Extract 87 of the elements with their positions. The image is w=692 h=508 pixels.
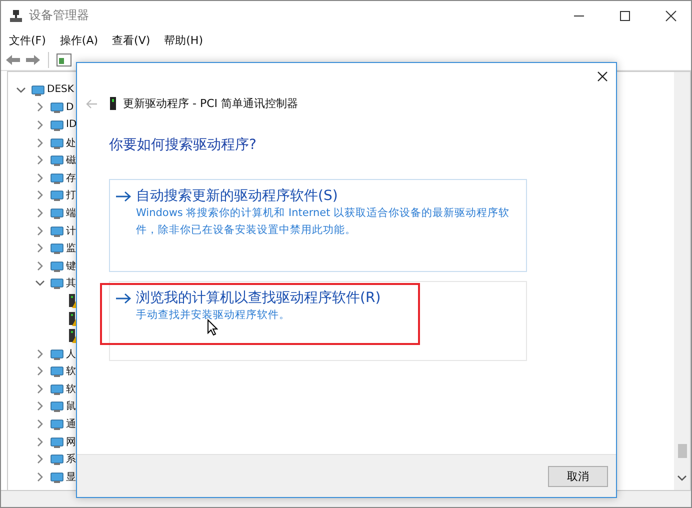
dialog-heading: 你要如何搜索驱动程序?	[109, 136, 258, 154]
chevron-icon[interactable]	[35, 172, 45, 183]
menu-item[interactable]: 操作(A)	[60, 32, 98, 48]
option-description: 手动查找并安装驱动程序软件。	[136, 308, 291, 323]
arrow-icon	[116, 292, 132, 304]
menu-item[interactable]: 查看(V)	[112, 32, 150, 48]
device-icon	[31, 82, 45, 97]
tree-item[interactable]: 网	[66, 434, 76, 449]
close-icon[interactable]	[665, 10, 677, 22]
chevron-icon[interactable]	[35, 138, 45, 148]
back-arrow-icon[interactable]	[85, 98, 98, 108]
menu-item[interactable]: 帮助(H)	[164, 32, 203, 48]
device-icon	[50, 224, 64, 238]
device-icon	[50, 434, 64, 449]
device-icon	[50, 258, 64, 273]
tree-item[interactable]: D	[66, 102, 74, 113]
device-icon	[50, 276, 64, 290]
tree-item[interactable]: 鼠	[66, 399, 76, 414]
chevron-icon[interactable]	[35, 436, 45, 447]
tree-item[interactable]: 软	[66, 382, 76, 396]
device-icon	[50, 136, 64, 150]
device-icon	[50, 206, 64, 220]
chevron-icon[interactable]	[35, 155, 45, 166]
tree-item[interactable]: 打	[66, 188, 76, 202]
arrow-icon	[116, 190, 132, 202]
device-icon	[50, 153, 64, 168]
cancel-button[interactable]: 取消	[548, 466, 608, 486]
device-icon	[50, 188, 64, 202]
chevron-icon[interactable]	[35, 419, 45, 430]
device-icon	[50, 346, 64, 361]
tree-item[interactable]: 键	[66, 258, 76, 273]
chevron-icon[interactable]	[35, 190, 45, 200]
scrollbar-thumb[interactable]	[678, 444, 686, 458]
cursor-icon	[207, 319, 218, 336]
tree-item[interactable]: 存	[66, 170, 76, 185]
chevron-icon[interactable]	[35, 120, 45, 130]
dialog-title: 更新驱动程序 - PCI 简单通讯控制器	[123, 96, 298, 111]
device-icon	[50, 364, 64, 378]
device-icon	[50, 100, 64, 114]
chevron-icon[interactable]	[16, 84, 26, 95]
device-icon	[110, 97, 116, 110]
tree-item[interactable]: 磁	[66, 153, 76, 168]
option-description: Windows 将搜索你的计算机和 Internet 以获取适合你设备的最新驱动程序软件，除非你已在设备安装设置中禁用此功能。	[136, 206, 511, 238]
chevron-icon[interactable]	[35, 348, 45, 359]
menu-item[interactable]: 文件(F)	[9, 32, 46, 48]
tree-item[interactable]: DESK	[47, 84, 74, 96]
device-icon	[50, 452, 64, 466]
chevron-icon[interactable]	[35, 260, 45, 271]
tree-item[interactable]: 处	[66, 136, 76, 150]
forward-icon[interactable]	[25, 53, 41, 67]
option-title: 自动搜索更新的驱动程序软件(S)	[136, 187, 338, 205]
chevron-icon[interactable]	[35, 384, 45, 394]
device-icon	[50, 170, 64, 185]
chevron-icon[interactable]	[35, 102, 45, 112]
device-icon	[50, 470, 64, 484]
window-title: 设备管理器	[29, 7, 89, 24]
tree-item[interactable]: 软	[66, 364, 76, 378]
device-icon	[50, 417, 64, 432]
chevron-icon[interactable]	[35, 208, 45, 218]
tree-item[interactable]: 计	[66, 224, 76, 238]
device-icon	[50, 399, 64, 414]
device-icon	[50, 241, 64, 256]
tree-item[interactable]: 其	[66, 276, 76, 290]
properties-icon[interactable]	[56, 53, 72, 67]
tree-item[interactable]: 系	[66, 452, 76, 466]
chevron-icon[interactable]	[35, 226, 45, 236]
tree-item[interactable]: ID	[66, 119, 77, 130]
tree-item[interactable]: 监	[66, 241, 76, 256]
chevron-icon[interactable]	[35, 243, 45, 254]
chevron-icon[interactable]	[35, 366, 45, 376]
chevron-icon[interactable]	[35, 454, 45, 464]
chevron-icon[interactable]	[35, 472, 45, 482]
maximize-icon[interactable]	[619, 10, 631, 22]
chevron-icon[interactable]	[35, 401, 45, 412]
device-icon	[50, 118, 64, 132]
app-icon	[9, 8, 23, 22]
back-icon[interactable]	[5, 53, 21, 67]
device-icon	[50, 382, 64, 396]
tree-item[interactable]: 通	[66, 417, 76, 432]
tree-item[interactable]: 端	[66, 206, 76, 220]
close-icon[interactable]	[597, 71, 608, 82]
scroll-down-icon[interactable]	[677, 474, 687, 482]
tree-item[interactable]: 显	[66, 470, 76, 484]
chevron-icon[interactable]	[35, 278, 45, 288]
option-title: 浏览我的计算机以查找驱动程序软件(R)	[136, 289, 381, 307]
option-button[interactable]: 自动搜索更新的驱动程序软件(S) Windows 将搜索你的计算机和 Internet 以获取适合你设备的最新驱动程序软件，除非你已在设备安装设置中禁用此功能。	[109, 179, 527, 272]
tree-item[interactable]: 人	[66, 346, 76, 361]
